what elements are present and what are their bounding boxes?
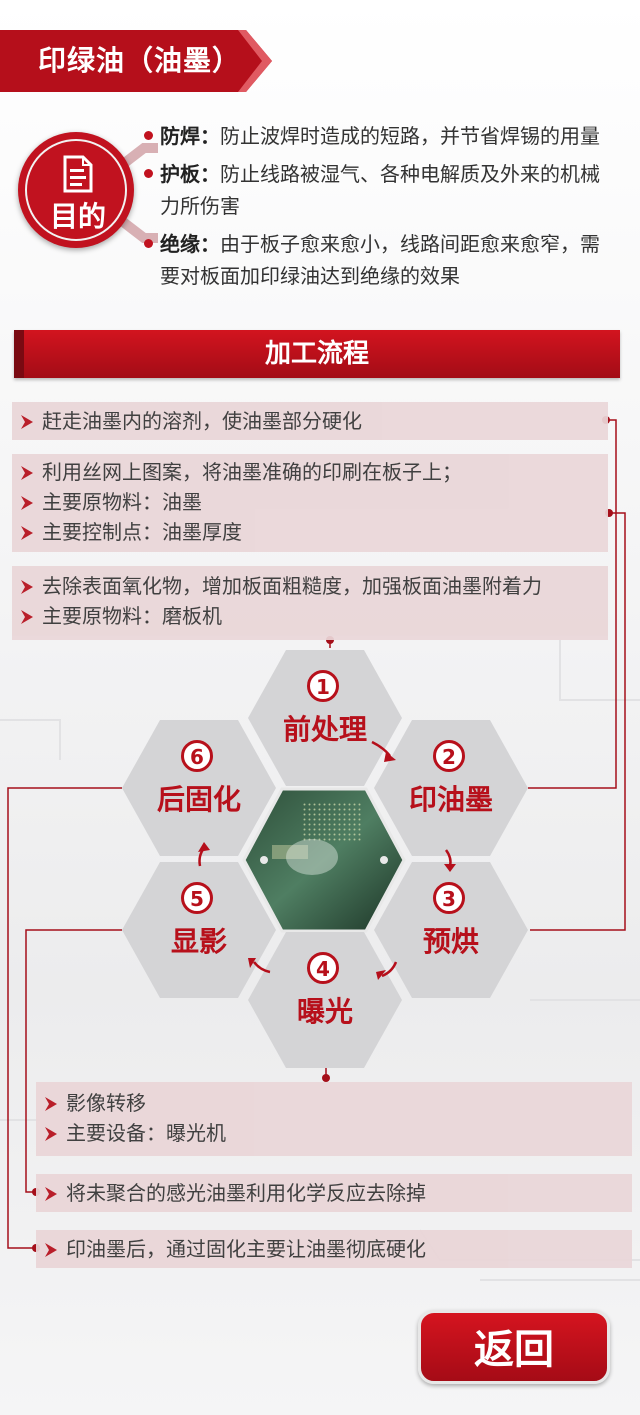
info-box-exposure: 影像转移 主要设备：曝光机 — [36, 1082, 632, 1156]
info-box-postcure: 印油墨后，通过固化主要让油墨彻底硬化 — [36, 1230, 632, 1268]
flow-arrow-icon — [381, 961, 398, 978]
info-text: 将未聚合的感光油墨利用化学反应去除掉 — [66, 1181, 426, 1205]
chevron-right-icon — [45, 1097, 57, 1111]
info-line: 主要设备：曝光机 — [36, 1118, 632, 1148]
info-box-develop: 将未聚合的感光油墨利用化学反应去除掉 — [36, 1174, 632, 1212]
chevron-right-icon — [45, 1187, 57, 1201]
chevron-right-icon — [45, 1243, 57, 1257]
flow-arrow-icon — [444, 849, 452, 867]
info-line: 将未聚合的感光油墨利用化学反应去除掉 — [36, 1178, 632, 1208]
info-line: 印油墨后，通过固化主要让油墨彻底硬化 — [36, 1234, 632, 1264]
flow-arrow-icon — [253, 961, 271, 974]
info-line: 影像转移 — [36, 1088, 632, 1118]
info-text: 印油墨后，通过固化主要让油墨彻底硬化 — [66, 1237, 426, 1261]
chevron-right-icon — [45, 1127, 57, 1141]
back-button[interactable]: 返回 — [418, 1310, 610, 1384]
info-text: 主要设备：曝光机 — [66, 1121, 226, 1145]
info-text: 影像转移 — [66, 1091, 146, 1115]
